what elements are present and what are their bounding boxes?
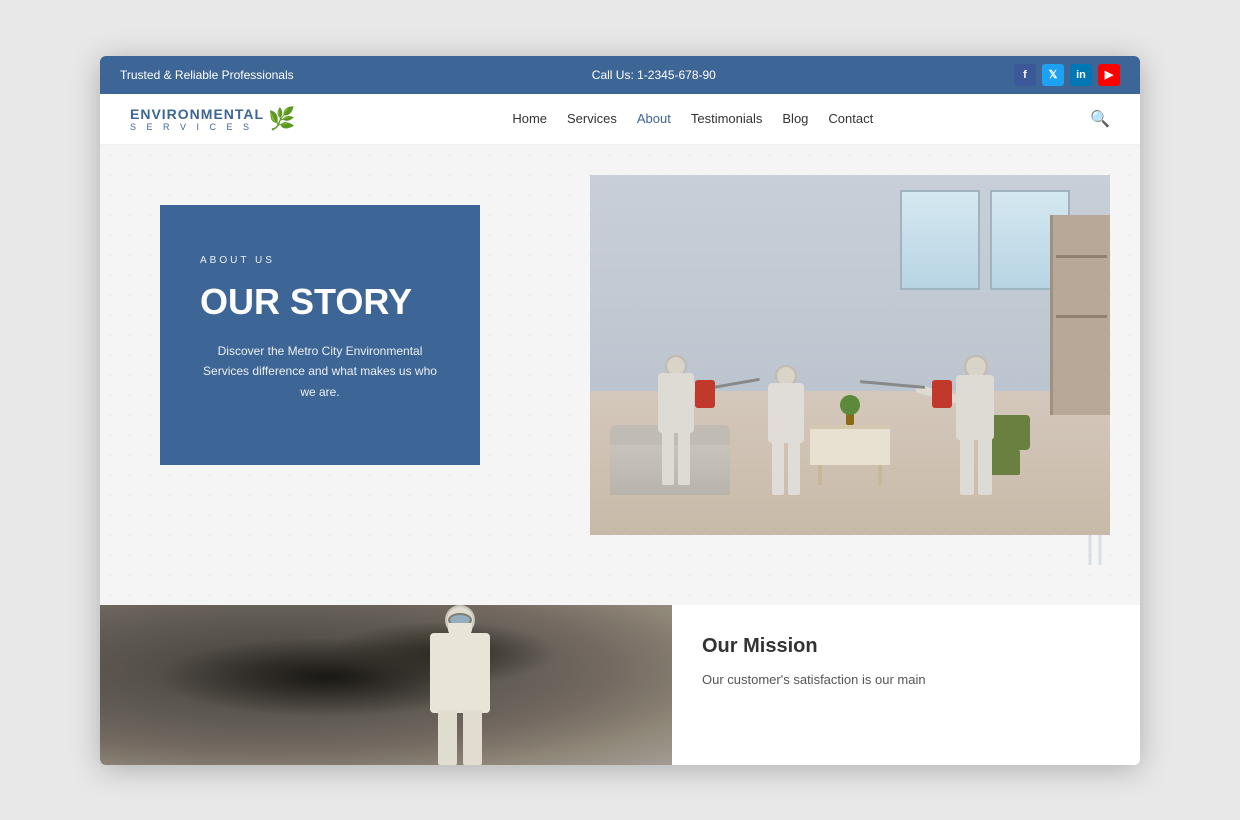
worker-small-body xyxy=(430,633,490,713)
worker-figure-2 xyxy=(760,365,810,495)
hero-content: ABOUT US OUR STORY Discover the Metro Ci… xyxy=(100,145,1140,605)
logo-bottom-text: S E R V I C E S xyxy=(130,122,264,132)
facebook-icon[interactable]: f xyxy=(1014,64,1036,86)
worker3-legs xyxy=(960,437,992,495)
worker-small-legs xyxy=(438,710,482,765)
worker1-backpack xyxy=(695,380,715,408)
worker1-body xyxy=(658,373,694,433)
hero-description: Discover the Metro City Environmental Se… xyxy=(200,341,440,402)
worker1-legs xyxy=(662,430,690,485)
second-section: Our Mission Our customer's satisfaction … xyxy=(100,605,1140,765)
worker-figure-3 xyxy=(950,355,1000,495)
logo: ENVIRONMENTAL S E R V I C E S 🌿 xyxy=(130,106,295,132)
second-left-photo xyxy=(100,605,672,765)
logo-icon: 🌿 xyxy=(268,106,295,132)
worker-figure-1 xyxy=(650,355,700,485)
about-us-label: ABOUT US xyxy=(200,255,440,266)
nav-contact[interactable]: Contact xyxy=(828,111,873,126)
logo-top-text: ENVIRONMENTAL xyxy=(130,106,264,122)
mission-text: Our customer's satisfaction is our main xyxy=(702,670,1110,691)
nav-testimonials[interactable]: Testimonials xyxy=(691,111,763,126)
worker3-backpack xyxy=(932,380,952,408)
room-shelf xyxy=(1050,215,1110,415)
hero-section: ABOUT US OUR STORY Discover the Metro Ci… xyxy=(100,145,1140,605)
nav-about[interactable]: About xyxy=(637,111,671,126)
nav-services[interactable]: Services xyxy=(567,111,617,126)
tagline: Trusted & Reliable Professionals xyxy=(120,68,294,82)
hero-photos xyxy=(460,185,1080,565)
search-icon[interactable]: 🔍 xyxy=(1090,109,1110,129)
mission-section: Our Mission Our customer's satisfaction … xyxy=(672,605,1140,765)
photo-scene xyxy=(590,175,1110,535)
worker2-body xyxy=(768,383,804,443)
nav-home[interactable]: Home xyxy=(512,111,547,126)
room-window-2 xyxy=(900,190,980,290)
hero-heading: OUR STORY xyxy=(200,282,440,322)
social-icons: f 𝕏 in ▶ xyxy=(1014,64,1120,86)
youtube-icon[interactable]: ▶ xyxy=(1098,64,1120,86)
worker-protective-gear xyxy=(420,605,500,765)
room-plant xyxy=(840,395,860,425)
logo-text: ENVIRONMENTAL S E R V I C E S xyxy=(130,106,264,132)
worker3-body xyxy=(956,375,994,440)
room-table xyxy=(810,425,890,465)
story-box: ABOUT US OUR STORY Discover the Metro Ci… xyxy=(160,205,480,465)
phone-number: Call Us: 1-2345-678-90 xyxy=(592,68,716,82)
nav-links: Home Services About Testimonials Blog Co… xyxy=(512,110,873,128)
browser-window: Trusted & Reliable Professionals Call Us… xyxy=(100,56,1140,765)
mission-title: Our Mission xyxy=(702,635,1110,658)
nav-bar: ENVIRONMENTAL S E R V I C E S 🌿 Home Ser… xyxy=(100,94,1140,145)
top-bar: Trusted & Reliable Professionals Call Us… xyxy=(100,56,1140,94)
linkedin-icon[interactable]: in xyxy=(1070,64,1092,86)
nav-blog[interactable]: Blog xyxy=(782,111,808,126)
mold-spots xyxy=(100,605,672,765)
twitter-icon[interactable]: 𝕏 xyxy=(1042,64,1064,86)
hero-main-photo xyxy=(590,175,1110,535)
worker2-legs xyxy=(772,440,800,495)
